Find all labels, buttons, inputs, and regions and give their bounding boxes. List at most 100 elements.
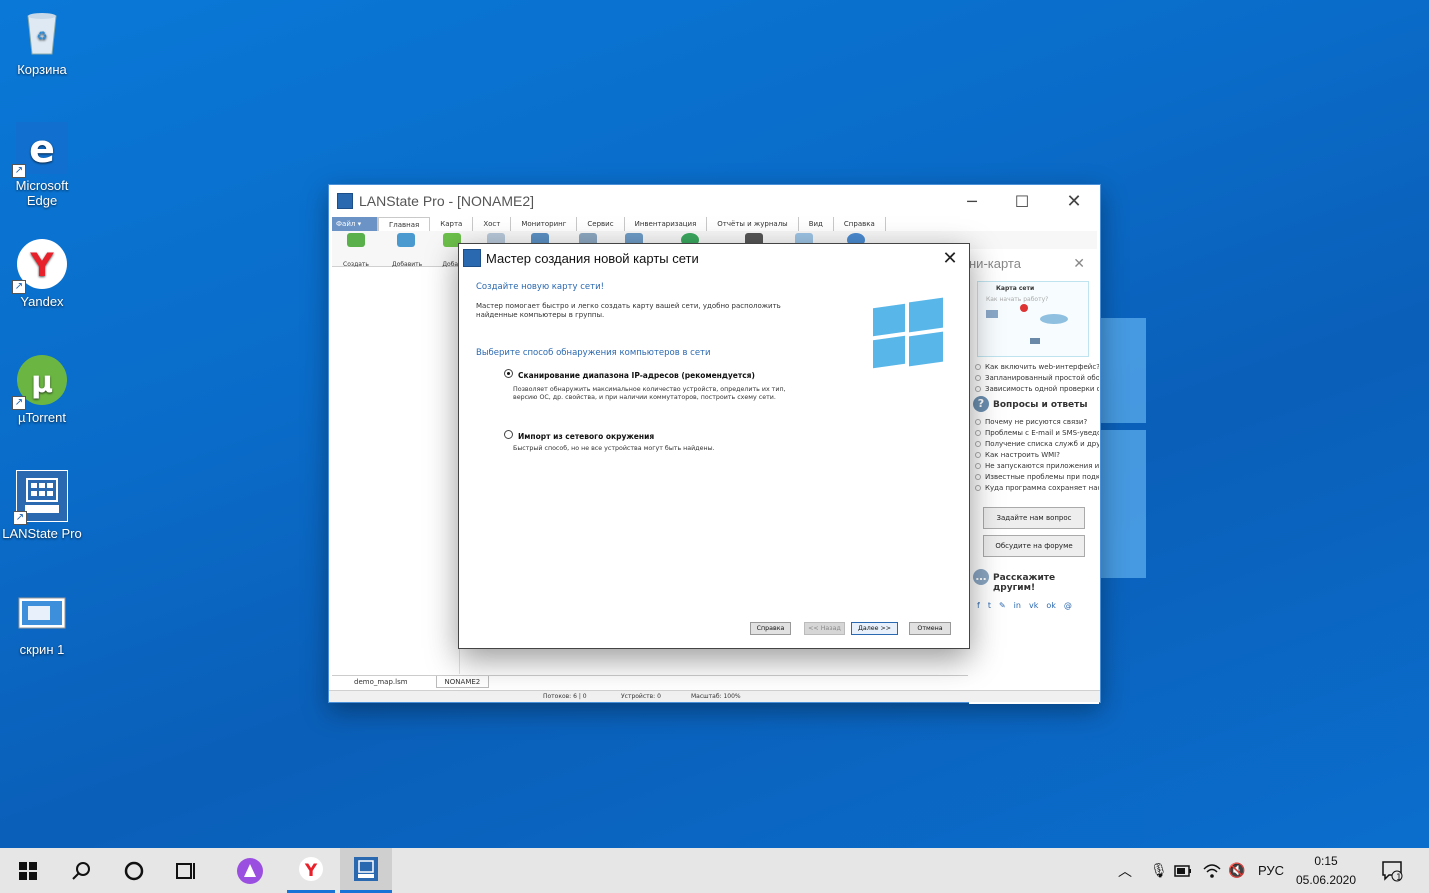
mini-map[interactable]: Карта сети Как начать работу? xyxy=(977,281,1089,357)
next-button[interactable]: Далее >> xyxy=(851,622,898,635)
wizard-subheading: Выберите способ обнаружения компьютеров … xyxy=(476,348,711,358)
lanstate-icon xyxy=(354,857,378,881)
laptop-icon xyxy=(1030,338,1040,344)
chevron-up-icon: ︿ xyxy=(1118,863,1132,880)
close-icon[interactable]: ✕ xyxy=(1073,255,1085,272)
desktop-icon-label: Microsoft Edge xyxy=(15,178,69,208)
question-icon: ? xyxy=(973,396,989,412)
cortana-button[interactable] xyxy=(110,848,158,893)
show-hidden-icons[interactable]: ︿ xyxy=(1118,848,1132,893)
faq-link[interactable]: Как настроить WMI? xyxy=(969,449,1099,460)
tab-home[interactable]: Главная xyxy=(378,217,431,231)
task-view-icon xyxy=(176,862,195,879)
doc-tab-noname2[interactable]: NONAME2 xyxy=(435,676,490,688)
create-map-button[interactable]: Создать xyxy=(342,233,370,268)
clock[interactable]: 0:15 05.06.2020 xyxy=(1289,852,1363,890)
close-icon[interactable]: ✕ xyxy=(939,248,961,269)
language-indicator[interactable]: РУС xyxy=(1258,848,1284,893)
edge-icon: e ↗ xyxy=(12,122,68,178)
social-links: f t ✎ in vk ok @ xyxy=(969,599,1099,612)
desktop-icon-label: µTorrent xyxy=(18,410,66,425)
option-network-import-label[interactable]: Импорт из сетевого окружения xyxy=(518,432,654,441)
forum-button[interactable]: Обсудите на форуме xyxy=(983,535,1085,557)
vk-icon[interactable]: vk xyxy=(1029,601,1038,610)
desktop-icon-lanstate[interactable]: ↗ LANState Pro xyxy=(0,464,84,541)
tab-help[interactable]: Справка xyxy=(834,217,886,231)
desktop-icon-screenshot[interactable]: скрин 1 xyxy=(0,580,84,657)
faq-link[interactable]: Получение списка служб и друго... xyxy=(969,438,1099,449)
host-icon xyxy=(986,310,998,318)
battery-tray[interactable] xyxy=(1174,848,1192,893)
radio-ip-scan[interactable] xyxy=(504,369,513,378)
windows-start-icon xyxy=(19,861,37,880)
tab-service[interactable]: Сервис xyxy=(577,217,625,231)
linkedin-icon[interactable]: in xyxy=(1014,601,1021,610)
faq-link[interactable]: Известные проблемы при подкл... xyxy=(969,471,1099,482)
maximize-button[interactable]: ☐ xyxy=(997,185,1047,217)
tip-link[interactable]: Запланированный простой обор... xyxy=(969,372,1099,383)
wizard-title: Мастер создания новой карты сети xyxy=(486,250,699,266)
tip-link[interactable]: Зависимость одной проверки от ... xyxy=(969,383,1099,394)
microphone-tray[interactable]: 🎙 xyxy=(1150,848,1168,893)
add-button[interactable]: Добавить xyxy=(392,233,422,268)
desktop-icon-edge[interactable]: e ↗ Microsoft Edge xyxy=(0,116,84,208)
desktop-icon-yandex[interactable]: Y ↗ Yandex xyxy=(0,232,84,309)
action-center-button[interactable]: 1 xyxy=(1381,848,1403,893)
radio-network-import[interactable] xyxy=(504,430,513,439)
faq-link[interactable]: Не запускаются приложения из м... xyxy=(969,460,1099,471)
back-button[interactable]: << Назад xyxy=(804,622,845,635)
status-scale: Масштаб: 100% xyxy=(691,693,741,700)
wifi-icon xyxy=(1203,863,1221,878)
desktop-icon-recycle-bin[interactable]: ♻ Корзина xyxy=(0,0,84,77)
svg-text:Y: Y xyxy=(304,861,318,881)
ask-question-button[interactable]: Задайте нам вопрос xyxy=(983,507,1085,529)
wizard-description: Мастер помогает быстро и легко создать к… xyxy=(476,302,781,319)
lanstate-icon: ↗ xyxy=(13,470,68,525)
odnoklassniki-icon[interactable]: ok xyxy=(1046,601,1056,610)
tab-reports[interactable]: Отчёты и журналы xyxy=(707,217,799,231)
livejournal-icon[interactable]: ✎ xyxy=(999,601,1006,610)
clock-time: 0:15 xyxy=(1314,854,1338,868)
status-devices: Устройств: 0 xyxy=(621,693,661,700)
tab-inventory[interactable]: Инвентаризация xyxy=(625,217,708,231)
shortcut-arrow-icon: ↗ xyxy=(12,164,26,178)
left-pane xyxy=(332,269,460,674)
tab-view[interactable]: Вид xyxy=(799,217,834,231)
window-title: LANState Pro - [NONAME2] xyxy=(359,193,535,209)
start-button[interactable] xyxy=(4,848,52,893)
help-button[interactable]: Справка xyxy=(750,622,791,635)
faq-link[interactable]: Куда программа сохраняет наоп... xyxy=(969,482,1099,493)
battery-icon xyxy=(1174,864,1191,877)
alice-app[interactable] xyxy=(226,848,274,893)
lanstate-app[interactable] xyxy=(340,848,392,893)
wizard-title-bar: Мастер создания новой карты сети xyxy=(459,244,969,272)
windows-logo-icon xyxy=(873,296,945,369)
status-threads: Потоков: 6 | 0 xyxy=(543,693,587,700)
tab-file[interactable]: Файл ▾ xyxy=(332,217,378,231)
tab-monitoring[interactable]: Мониторинг xyxy=(511,217,578,231)
network-tray[interactable] xyxy=(1203,848,1221,893)
notification-count: 1 xyxy=(1396,873,1402,883)
minimize-button[interactable]: ─ xyxy=(947,185,997,217)
desktop-icon-utorrent[interactable]: µ ↗ µTorrent xyxy=(0,348,84,425)
volume-tray[interactable]: 🔇 xyxy=(1228,848,1245,893)
doc-tab-demo-map[interactable]: demo_map.lsm xyxy=(346,676,416,688)
email-icon[interactable]: @ xyxy=(1064,601,1072,610)
facebook-icon[interactable]: f xyxy=(977,601,980,610)
svg-text:Y: Y xyxy=(29,246,54,284)
tab-host[interactable]: Хост xyxy=(473,217,512,231)
tab-map[interactable]: Карта xyxy=(430,217,474,231)
yandex-browser-app[interactable]: Y xyxy=(287,848,335,893)
tip-link[interactable]: Как включить web-интерфейс? xyxy=(969,361,1099,372)
twitter-icon[interactable]: t xyxy=(988,601,991,610)
close-button[interactable]: ✕ xyxy=(1049,185,1099,217)
faq-link[interactable]: Проблемы с E-mail и SMS-уведом... xyxy=(969,427,1099,438)
taskbar: Y ︿ 🎙 🔇 РУС 0:15 05.06.2020 1 xyxy=(0,848,1429,893)
cancel-button[interactable]: Отмена xyxy=(909,622,951,635)
yandex-browser-icon: Y ↗ xyxy=(12,238,68,294)
option-ip-scan-label[interactable]: Сканирование диапазона IP-адресов (реком… xyxy=(518,371,755,380)
task-view-button[interactable] xyxy=(163,848,211,893)
cortana-icon xyxy=(124,861,144,880)
faq-link[interactable]: Почему не рисуются связи? xyxy=(969,416,1099,427)
search-button[interactable] xyxy=(57,848,105,893)
